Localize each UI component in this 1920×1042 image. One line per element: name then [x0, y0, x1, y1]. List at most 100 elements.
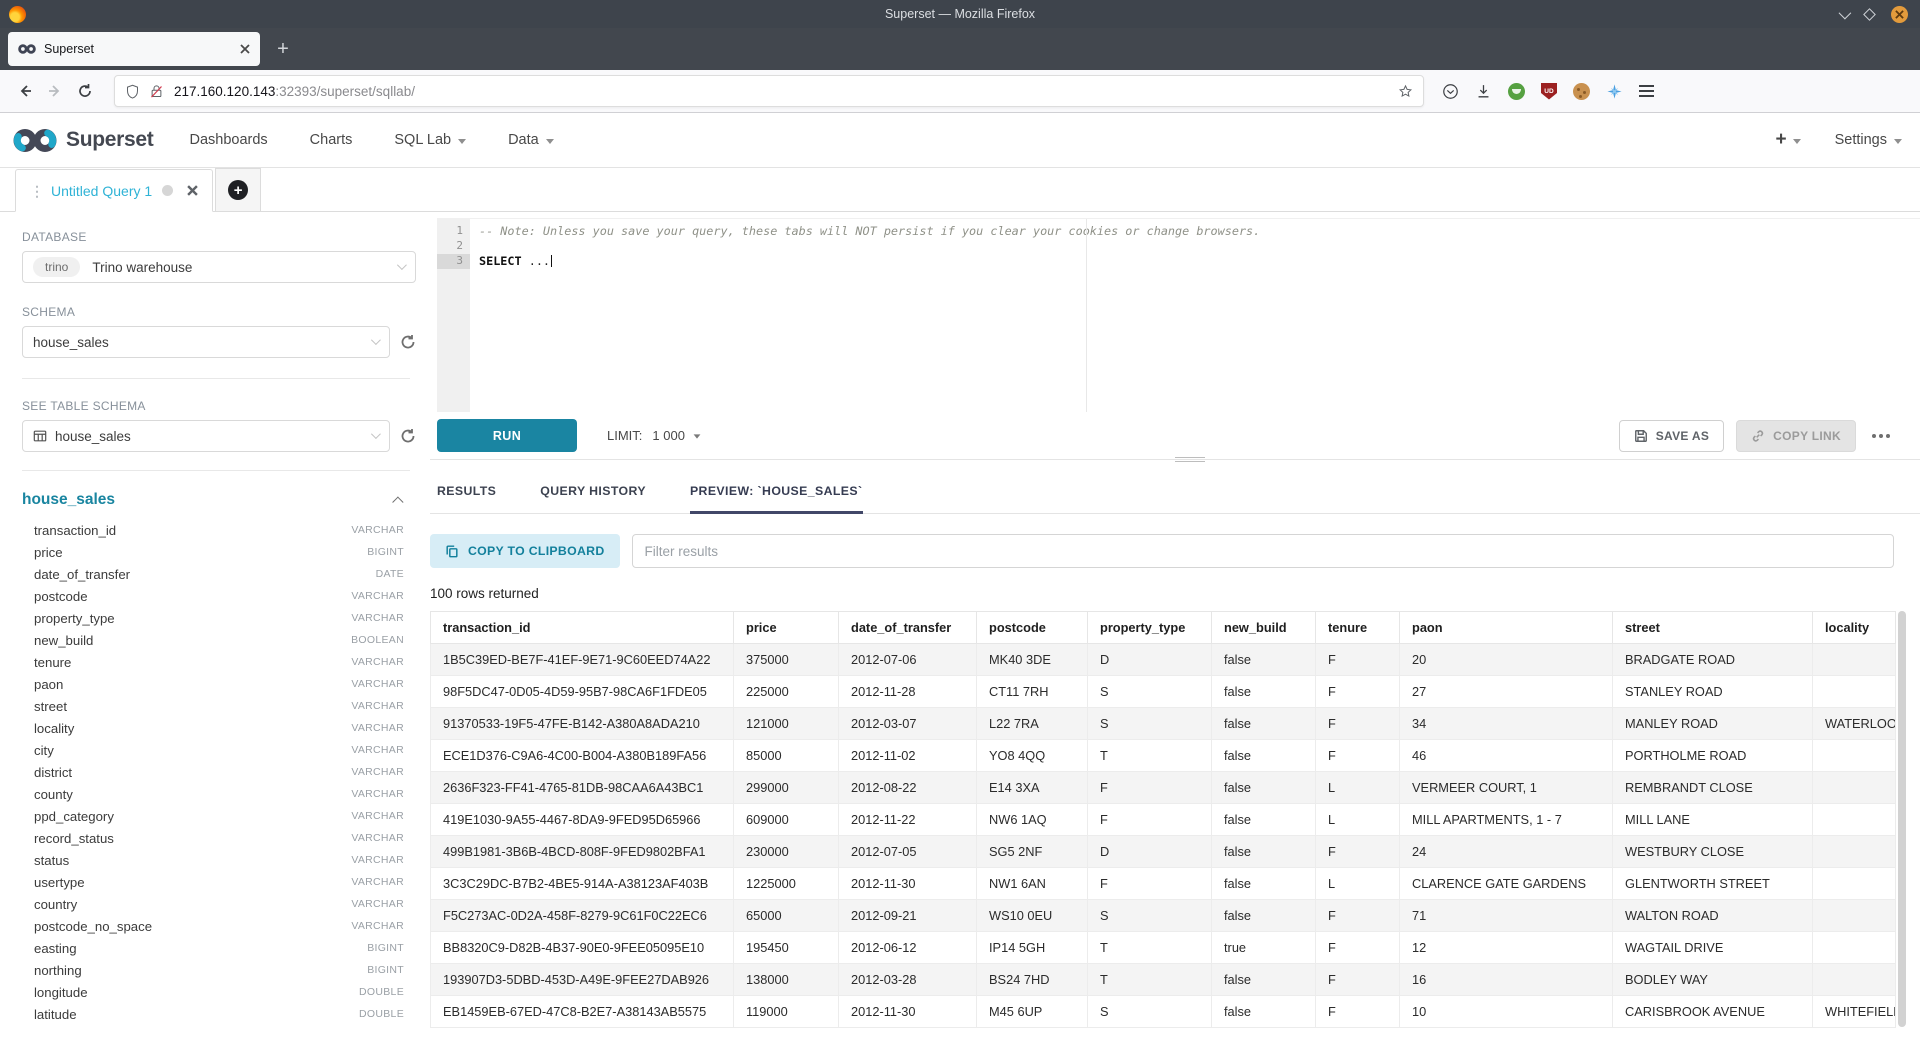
menu-hamburger-icon[interactable] [1639, 85, 1654, 97]
schema-column-locality[interactable]: localityVARCHAR [22, 717, 416, 739]
extension-sparkle-icon[interactable] [1606, 83, 1623, 100]
schema-column-city[interactable]: cityVARCHAR [22, 739, 416, 761]
sql-editor[interactable]: 123 -- Note: Unless you save your query,… [437, 218, 1920, 412]
schema-column-price[interactable]: priceBIGINT [22, 541, 416, 563]
schema-column-latitude[interactable]: latitudeDOUBLE [22, 1003, 416, 1025]
extension-cookie-icon[interactable] [1573, 83, 1590, 100]
caret-down-icon [694, 434, 701, 438]
schema-column-date_of_transfer[interactable]: date_of_transferDATE [22, 563, 416, 585]
results-tab-0[interactable]: RESULTS [437, 484, 496, 513]
save-as-button[interactable]: SAVE AS [1619, 420, 1724, 452]
back-button[interactable] [10, 76, 40, 106]
schema-column-usertype[interactable]: usertypeVARCHAR [22, 871, 416, 893]
column-header-date_of_transfer[interactable]: date_of_transfer [839, 612, 977, 644]
add-query-tab-button[interactable]: + [215, 168, 261, 211]
window-maximize-button[interactable] [1863, 8, 1876, 21]
filter-results-input[interactable] [632, 534, 1894, 568]
table-row[interactable]: ECE1D376-C9A6-4C00-B004-A380B189FA568500… [431, 740, 1896, 772]
copy-to-clipboard-button[interactable]: COPY TO CLIPBOARD [430, 534, 620, 568]
column-header-property_type[interactable]: property_type [1088, 612, 1212, 644]
run-button[interactable]: RUN [437, 419, 577, 452]
download-icon[interactable] [1475, 83, 1492, 100]
schema-column-county[interactable]: countyVARCHAR [22, 783, 416, 805]
query-tab-close-button[interactable] [187, 185, 198, 196]
forward-button[interactable] [40, 76, 70, 106]
editor-code[interactable]: -- Note: Unless you save your query, the… [470, 219, 1920, 412]
table-row[interactable]: 1B5C39ED-BE7F-41EF-9E71-9C60EED74A223750… [431, 644, 1896, 676]
extension-privacy-icon[interactable] [1508, 83, 1525, 100]
column-header-price[interactable]: price [734, 612, 839, 644]
column-header-street[interactable]: street [1613, 612, 1813, 644]
copy-link-button[interactable]: COPY LINK [1736, 420, 1856, 452]
new-tab-button[interactable]: + [266, 32, 300, 66]
nav-item-dashboards[interactable]: Dashboards [189, 132, 267, 148]
schema-column-district[interactable]: districtVARCHAR [22, 761, 416, 783]
table-row[interactable]: EB1459EB-67ED-47C8-B2E7-A38143AB55751190… [431, 996, 1896, 1028]
nav-item-data[interactable]: Data [508, 132, 554, 148]
table-row[interactable]: 3C3C29DC-B7B2-4BE5-914A-A38123AF403B1225… [431, 868, 1896, 900]
results-tab-1[interactable]: QUERY HISTORY [540, 484, 646, 513]
column-header-transaction_id[interactable]: transaction_id [431, 612, 734, 644]
schema-column-postcode_no_space[interactable]: postcode_no_spaceVARCHAR [22, 915, 416, 937]
schema-column-status[interactable]: statusVARCHAR [22, 849, 416, 871]
table-schema-select[interactable]: house_sales [22, 420, 390, 452]
table-cell: S [1088, 996, 1212, 1028]
column-header-paon[interactable]: paon [1400, 612, 1613, 644]
schema-column-street[interactable]: streetVARCHAR [22, 695, 416, 717]
nav-add-button[interactable]: + [1775, 129, 1800, 151]
column-header-postcode[interactable]: postcode [977, 612, 1088, 644]
schema-column-tenure[interactable]: tenureVARCHAR [22, 651, 416, 673]
extension-ublock-icon[interactable]: UD [1541, 83, 1557, 100]
url-bar[interactable]: 217.160.120.143:32393/superset/sqllab/ [114, 75, 1424, 107]
tab-close-button[interactable] [240, 44, 250, 54]
schema-column-northing[interactable]: northingBIGINT [22, 959, 416, 981]
schema-column-easting[interactable]: eastingBIGINT [22, 937, 416, 959]
table-cell [1813, 964, 1896, 996]
reload-button[interactable] [70, 76, 100, 106]
limit-dropdown[interactable]: LIMIT: 1 000 [607, 428, 701, 443]
table-row[interactable]: BB8320C9-D82B-4B37-90E0-9FEE05095E101954… [431, 932, 1896, 964]
pocket-icon[interactable] [1442, 83, 1459, 100]
table-row[interactable]: 499B1981-3B6B-4BCD-808F-9FED9802BFA12300… [431, 836, 1896, 868]
table-scrollbar[interactable] [1898, 611, 1906, 1027]
schema-column-country[interactable]: countryVARCHAR [22, 893, 416, 915]
results-tab-2[interactable]: PREVIEW: `HOUSE_SALES` [690, 484, 863, 513]
schema-column-paon[interactable]: paonVARCHAR [22, 673, 416, 695]
limit-value: 1 000 [652, 428, 685, 443]
schema-select[interactable]: house_sales [22, 326, 390, 358]
table-row[interactable]: F5C273AC-0D2A-458F-8279-9C61F0C22EC66500… [431, 900, 1896, 932]
schema-column-postcode[interactable]: postcodeVARCHAR [22, 585, 416, 607]
nav-item-sql-lab[interactable]: SQL Lab [394, 132, 466, 148]
table-cell [1813, 804, 1896, 836]
database-select[interactable]: trino Trino warehouse [22, 251, 416, 283]
schema-column-property_type[interactable]: property_typeVARCHAR [22, 607, 416, 629]
table-row[interactable]: 98F5DC47-0D05-4D59-95B7-98CA6F1FDE052250… [431, 676, 1896, 708]
drag-handle-icon[interactable]: ⋮ [30, 184, 42, 198]
column-header-locality[interactable]: locality [1813, 612, 1896, 644]
pane-resize-handle[interactable] [1175, 455, 1205, 464]
window-minimize-button[interactable] [1839, 6, 1852, 19]
table-row[interactable]: 91370533-19F5-47FE-B142-A380A8ADA2101210… [431, 708, 1896, 740]
column-header-tenure[interactable]: tenure [1316, 612, 1400, 644]
table-row[interactable]: 419E1030-9A55-4467-8DA9-9FED95D659666090… [431, 804, 1896, 836]
window-close-button[interactable] [1891, 6, 1908, 23]
refresh-table-button[interactable] [400, 428, 416, 444]
schema-column-record_status[interactable]: record_statusVARCHAR [22, 827, 416, 849]
schema-column-longitude[interactable]: longitudeDOUBLE [22, 981, 416, 1003]
nav-settings[interactable]: Settings [1835, 132, 1902, 148]
bookmark-star-icon[interactable] [1398, 84, 1413, 99]
more-options-button[interactable] [1868, 428, 1894, 444]
table-row[interactable]: 2636F323-FF41-4765-81DB-98CAA6A43BC12990… [431, 772, 1896, 804]
browser-tab[interactable]: Superset [8, 32, 260, 66]
column-header-new_build[interactable]: new_build [1212, 612, 1316, 644]
nav-item-charts[interactable]: Charts [310, 132, 353, 148]
schema-column-new_build[interactable]: new_buildBOOLEAN [22, 629, 416, 651]
table-row[interactable]: 193907D3-5DBD-453D-A49E-9FEE27DAB9261380… [431, 964, 1896, 996]
table-schema-header[interactable]: house_sales [22, 491, 416, 509]
plus-circle-icon: + [228, 180, 248, 200]
schema-column-transaction_id[interactable]: transaction_idVARCHAR [22, 519, 416, 541]
superset-brand[interactable]: Superset [12, 128, 153, 153]
query-tab-active[interactable]: ⋮ Untitled Query 1 [15, 169, 213, 212]
refresh-schema-button[interactable] [400, 334, 416, 350]
schema-column-ppd_category[interactable]: ppd_categoryVARCHAR [22, 805, 416, 827]
